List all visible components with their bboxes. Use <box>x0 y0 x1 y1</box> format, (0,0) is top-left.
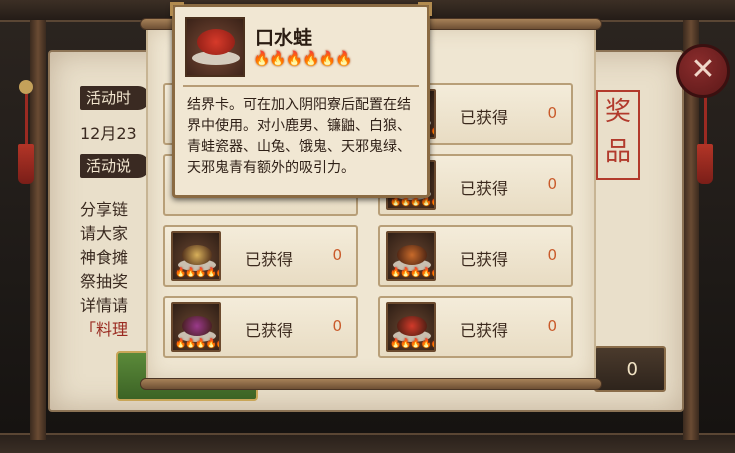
dish-icon[interactable]: 🔥🔥🔥🔥🔥🔥 <box>386 302 436 352</box>
event-description-line: 祭抽奖 <box>80 272 129 291</box>
obtained-label: 已获得 <box>460 321 509 340</box>
item-icon <box>185 17 245 77</box>
item-rarity-flames: 🔥🔥🔥🔥🔥🔥 <box>253 51 353 67</box>
obtained-label: 已获得 <box>245 250 294 269</box>
obtained-count: 0 <box>547 175 557 193</box>
event-description-line: 详情请 <box>80 296 129 315</box>
rarity-flames: 🔥🔥🔥🔥🔥🔥 <box>390 339 434 349</box>
obtained-label: 已获得 <box>460 179 509 198</box>
event-description-line: 请大家 <box>80 224 129 243</box>
prize-stamp: 奖品 <box>596 90 640 180</box>
item-tooltip: 口水蛙 🔥🔥🔥🔥🔥🔥 结界卡。可在加入阴阳寮后配置在结界中使用。对小鹿男、镰鼬、… <box>170 2 432 198</box>
obtained-count: 0 <box>547 317 557 335</box>
obtained-label: 已获得 <box>460 108 509 127</box>
item-description: 结界卡。可在加入阴阳寮后配置在结界中使用。对小鹿男、镰鼬、白狼、青蛙瓷器、山兔、… <box>187 97 411 176</box>
left-tassel <box>18 80 34 200</box>
rarity-flames: 🔥🔥🔥🔥🔥🔥 <box>390 268 434 278</box>
close-icon: ✕ <box>690 52 716 87</box>
rarity-flames: 🔥🔥🔥🔥🔥🔥 <box>175 268 219 278</box>
rarity-flames: 🔥🔥🔥🔥🔥🔥 <box>390 197 434 207</box>
obtained-count: 0 <box>547 246 557 264</box>
dish-icon[interactable]: 🔥🔥🔥🔥🔥🔥 <box>171 231 221 281</box>
reward-cell[interactable]: 🔥🔥🔥🔥🔥🔥 已获得 0 <box>163 225 358 287</box>
bottom-frame <box>0 433 735 453</box>
obtained-count: 0 <box>332 246 342 264</box>
event-description-line: 分享链 <box>80 200 129 219</box>
item-name: 口水蛙 <box>255 27 313 49</box>
event-description-line: 神食摊 <box>80 248 129 267</box>
tooltip-corner-ornament <box>170 2 184 16</box>
event-link-text[interactable]: 「料理 <box>80 316 142 340</box>
event-time-heading: 活动时 <box>80 86 150 110</box>
rarity-flames: 🔥🔥🔥🔥🔥🔥 <box>175 339 219 349</box>
obtained-count: 0 <box>332 317 342 335</box>
dish-icon[interactable]: 🔥🔥🔥🔥🔥🔥 <box>386 231 436 281</box>
right-tassel <box>697 80 713 200</box>
reward-cell[interactable]: 🔥🔥🔥🔥🔥🔥 已获得 0 <box>378 225 573 287</box>
reward-cell[interactable]: 🔥🔥🔥🔥🔥🔥 已获得 0 <box>378 296 573 358</box>
tooltip-divider <box>183 85 419 87</box>
dish-icon[interactable]: 🔥🔥🔥🔥🔥🔥 <box>171 302 221 352</box>
obtained-label: 已获得 <box>460 250 509 269</box>
event-date-text: 12月23 <box>80 124 137 143</box>
tooltip-corner-ornament <box>418 2 432 16</box>
obtained-count: 0 <box>547 104 557 122</box>
close-button[interactable]: ✕ <box>676 44 730 98</box>
reward-cell[interactable]: 🔥🔥🔥🔥🔥🔥 已获得 0 <box>163 296 358 358</box>
draw-counter: 0 <box>594 346 666 392</box>
obtained-label: 已获得 <box>245 321 294 340</box>
scroll-bottom-rod <box>140 378 602 390</box>
event-description-heading: 活动说 <box>80 154 150 178</box>
